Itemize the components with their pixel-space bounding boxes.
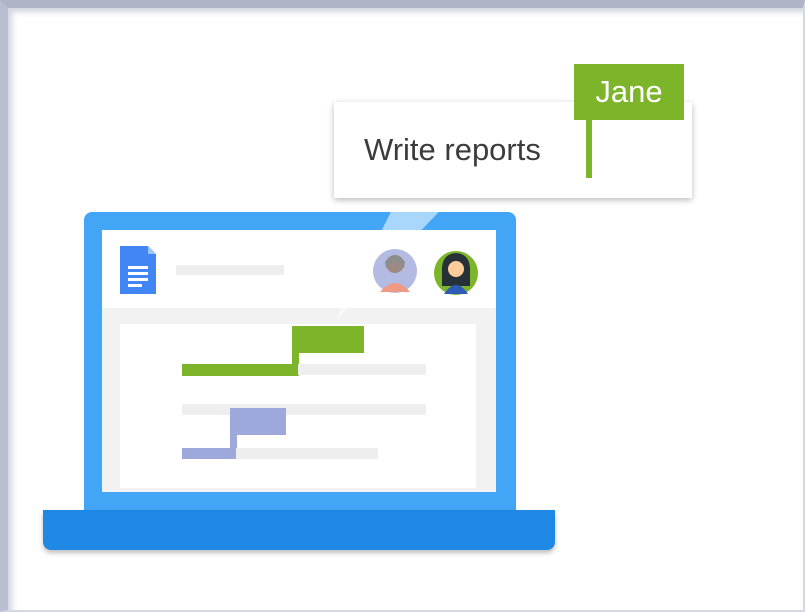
google-docs-icon xyxy=(120,246,156,294)
illustration-details xyxy=(120,198,478,459)
collaborator-name-tag: Jane xyxy=(574,64,684,120)
text-line xyxy=(236,448,378,459)
jane-cursor-line xyxy=(586,116,592,178)
collaboration-illustration: Write reports Jane xyxy=(0,0,805,612)
jane-avatar-icon xyxy=(434,251,478,295)
tooltip-text: Write reports xyxy=(364,132,541,167)
collaborator-name: Jane xyxy=(595,74,663,109)
document-title-placeholder xyxy=(176,265,284,275)
text-line xyxy=(182,404,426,415)
user-avatar-icon xyxy=(373,249,417,293)
text-line xyxy=(298,364,426,375)
